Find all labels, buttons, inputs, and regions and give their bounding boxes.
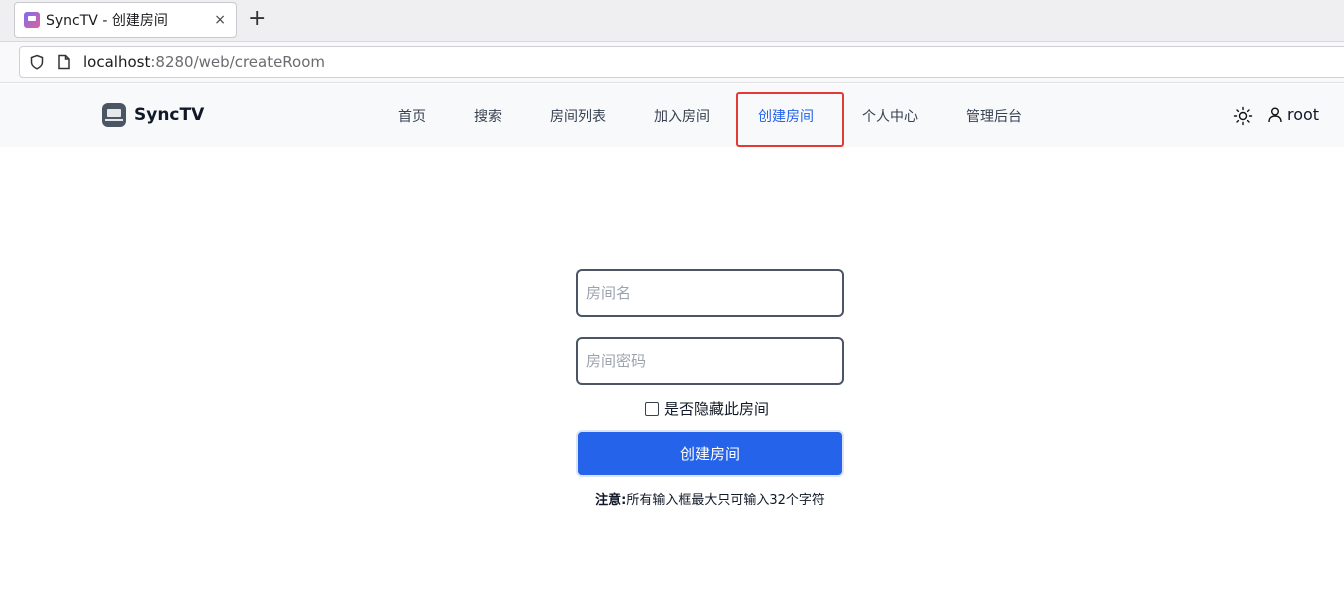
room-password-input[interactable] <box>576 337 844 385</box>
user-icon <box>1268 107 1282 122</box>
brand-logo[interactable]: SyncTV <box>102 103 204 127</box>
browser-tab[interactable]: SyncTV - 创建房间 × <box>14 2 237 38</box>
synctv-favicon-icon <box>24 12 40 28</box>
room-name-input[interactable] <box>576 269 844 317</box>
url-host: localhost <box>83 53 151 71</box>
logo-icon <box>102 103 126 127</box>
app-navbar: SyncTV 首页 搜索 房间列表 加入房间 创建房间 个人中心 管理后台 ro… <box>0 84 1344 147</box>
nav-item-admin[interactable]: 管理后台 <box>966 106 1022 126</box>
brand-name: SyncTV <box>134 105 205 125</box>
hidden-room-option[interactable]: 是否隐藏此房间 <box>645 398 769 419</box>
nav-item-join-room[interactable]: 加入房间 <box>654 106 710 126</box>
hidden-room-checkbox[interactable] <box>645 401 659 416</box>
page-icon <box>58 54 70 70</box>
url-path: :8280/web/createRoom <box>150 53 326 71</box>
theme-sun-icon[interactable] <box>1233 106 1253 126</box>
hidden-room-label[interactable]: 是否隐藏此房间 <box>664 398 769 419</box>
note-text: 所有输入框最大只可输入32个字符 <box>626 493 825 508</box>
url-text[interactable]: localhost:8280/web/createRoom <box>83 53 325 71</box>
new-tab-button[interactable]: + <box>248 7 266 31</box>
username: root <box>1287 105 1320 124</box>
browser-toolbar: localhost:8280/web/createRoom <box>0 42 1344 83</box>
address-bar[interactable]: localhost:8280/web/createRoom <box>19 46 1344 78</box>
nav-item-profile[interactable]: 个人中心 <box>862 106 918 126</box>
highlight-annotation-box <box>736 92 844 147</box>
input-limit-note: 注意:所有输入框最大只可输入32个字符 <box>0 489 1344 508</box>
browser-tab-strip: SyncTV - 创建房间 × + <box>0 0 1344 42</box>
tab-close-icon[interactable]: × <box>214 12 226 28</box>
shield-icon[interactable] <box>29 54 45 70</box>
nav-item-home[interactable]: 首页 <box>398 106 426 126</box>
note-prefix: 注意: <box>595 493 627 508</box>
nav-item-search[interactable]: 搜索 <box>474 106 502 126</box>
nav-item-room-list[interactable]: 房间列表 <box>550 106 606 126</box>
user-menu[interactable]: root <box>1268 105 1319 124</box>
tab-title: SyncTV - 创建房间 <box>46 13 168 29</box>
create-room-button[interactable]: 创建房间 <box>576 430 844 477</box>
